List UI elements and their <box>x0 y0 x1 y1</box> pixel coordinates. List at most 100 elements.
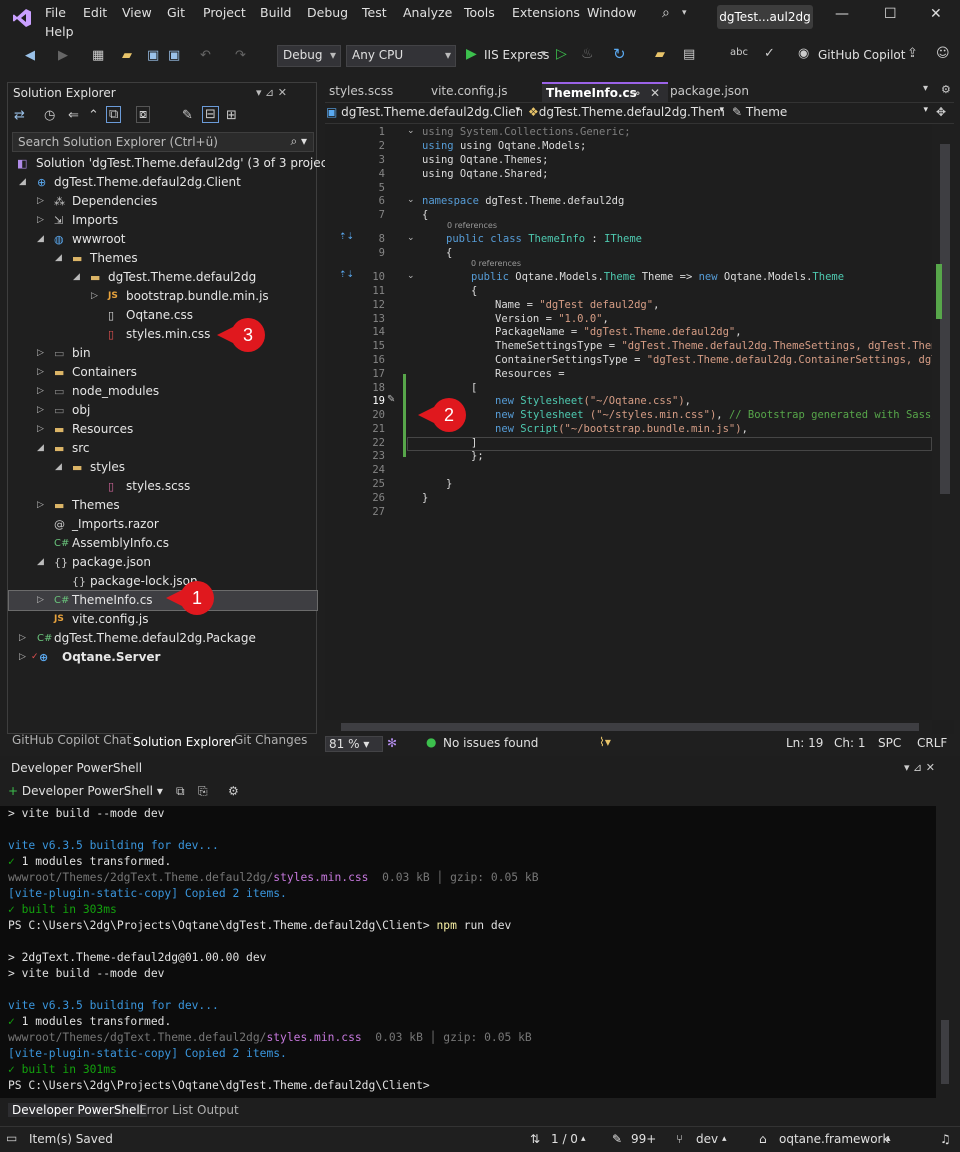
gear-icon[interactable]: ⚙ <box>941 83 951 96</box>
panel-options-icon[interactable]: ▾ ⊿ ✕ <box>904 761 935 774</box>
references-codelens[interactable]: 0 references <box>471 259 521 268</box>
tree-item-package-lock[interactable]: {} package-lock.json <box>9 572 317 591</box>
solution-search-input[interactable]: Search Solution Explorer (Ctrl+ü) ⌕ ▾ <box>12 132 314 152</box>
commits-indicator[interactable]: 1 / 0 <box>551 1132 578 1146</box>
tree-item-oqtane-server[interactable]: ▷ ✓ ⊕ Oqtane.Server <box>9 648 317 667</box>
preview-icon[interactable]: ⊟ <box>202 106 219 123</box>
member-dropdown[interactable]: ✎ Theme ▾ <box>732 105 930 123</box>
expanded-arrow-icon[interactable]: ◢ <box>55 458 62 477</box>
menu-build[interactable]: Build <box>260 5 291 20</box>
filter-icon[interactable]: ⧇ <box>136 106 151 123</box>
cleanup-brush-icon[interactable]: ⌇▾ <box>599 735 611 749</box>
pencil-icon[interactable]: ✎ <box>612 1132 622 1146</box>
panel-options-icon[interactable]: ▾ ⊿ ✕ <box>256 86 287 99</box>
menu-debug[interactable]: Debug <box>307 5 348 20</box>
tab-list-icon[interactable]: ▾ <box>923 83 928 94</box>
chevron-down-icon[interactable]: ▾ <box>541 49 546 59</box>
play-icon[interactable]: ▶ <box>466 46 477 62</box>
tree-item-containers[interactable]: ▷ ▬ Containers <box>9 363 317 382</box>
vs-sync-icon[interactable]: ⇄ <box>14 108 25 123</box>
expanded-arrow-icon[interactable]: ◢ <box>37 230 44 249</box>
horizontal-scrollbar[interactable] <box>325 720 932 734</box>
tab-vite-config[interactable]: vite.config.js <box>427 82 511 102</box>
chevron-up-icon[interactable]: ▴ <box>886 1134 891 1144</box>
layout-icon[interactable]: ▤ <box>683 47 695 62</box>
project-dropdown[interactable]: ▣ dgTest.Theme.defaul2dg.Client ▾ <box>326 105 522 123</box>
tree-item-themes-root[interactable]: ▷ ▬ Themes <box>9 496 317 515</box>
menu-test[interactable]: Test <box>362 5 387 20</box>
repository-icon[interactable]: ⌂ <box>759 1132 767 1146</box>
plus-icon[interactable]: + <box>8 784 18 798</box>
line-ending-indicator[interactable]: CRLF <box>917 736 947 750</box>
history-icon[interactable]: ◷ <box>44 108 55 123</box>
expanded-arrow-icon[interactable]: ◢ <box>19 173 26 192</box>
chevron-down-icon[interactable]: ▾ <box>682 8 687 18</box>
share-icon[interactable]: ⇪ <box>907 46 918 61</box>
issues-status[interactable]: No issues found <box>443 736 538 750</box>
tab-error-list[interactable]: Error List <box>139 1103 193 1117</box>
fold-icon[interactable]: ⌄ <box>407 195 415 205</box>
scroll-thumb[interactable] <box>940 144 950 494</box>
tree-item-imports[interactable]: ▷ ⇲ Imports <box>9 211 317 230</box>
tree-item-imports-razor[interactable]: @ _Imports.razor <box>9 515 317 534</box>
collapsed-arrow-icon[interactable]: ▷ <box>91 287 98 306</box>
menu-project[interactable]: Project <box>203 5 246 20</box>
tree-item-oqtane-css[interactable]: ▯ Oqtane.css <box>9 306 317 325</box>
forward-icon[interactable]: ▶ <box>58 48 68 63</box>
collapse-all-icon[interactable]: ⌃ <box>88 108 99 123</box>
start-without-debug-icon[interactable]: ▷ <box>556 46 567 62</box>
close-icon[interactable]: ✕ <box>650 84 660 103</box>
hot-reload-icon[interactable]: ♨ <box>581 46 594 62</box>
checkmark-icon[interactable]: ✓ <box>764 46 775 61</box>
tree-item-dependencies[interactable]: ▷ ⁂ Dependencies <box>9 192 317 211</box>
collapsed-arrow-icon[interactable]: ▷ <box>37 344 44 363</box>
references-codelens[interactable]: 0 references <box>447 221 497 230</box>
new-project-icon[interactable]: ▦ <box>92 48 104 63</box>
whitespace-indicator[interactable]: SPC <box>878 736 901 750</box>
tab-themeinfo[interactable]: ThemeInfo.cs ⊸ ✕ <box>542 82 668 102</box>
tree-item-vite-config[interactable]: JS vite.config.js <box>9 610 317 629</box>
tree-item-bootstrap-js[interactable]: ▷ JS bootstrap.bundle.min.js <box>9 287 317 306</box>
tree-item-src[interactable]: ◢ ▬ src <box>9 439 317 458</box>
copy-icon[interactable]: ⧉ <box>176 784 185 799</box>
notifications-icon[interactable]: ♫ <box>940 1132 951 1146</box>
tree-item-bin[interactable]: ▷ ▭ bin <box>9 344 317 363</box>
branch-name[interactable]: dev <box>696 1132 718 1146</box>
back-icon[interactable]: ⇐ <box>68 108 79 123</box>
menu-edit[interactable]: Edit <box>83 5 107 20</box>
menu-file[interactable]: File <box>45 5 66 20</box>
folder-view-icon[interactable]: ▰ <box>655 47 665 62</box>
collapsed-arrow-icon[interactable]: ▷ <box>37 591 44 610</box>
chevron-up-icon[interactable]: ▴ <box>581 1134 586 1144</box>
menu-git[interactable]: Git <box>167 5 185 20</box>
class-diagram-icon[interactable]: ⊞ <box>226 108 237 123</box>
tree-item-assemblyinfo[interactable]: C# AssemblyInfo.cs <box>9 534 317 553</box>
pending-changes[interactable]: 99+ <box>631 1132 656 1146</box>
tree-item-themeinfo[interactable]: ▷ C# ThemeInfo.cs <box>8 590 318 611</box>
fold-icon[interactable]: ⌄ <box>407 271 415 281</box>
expanded-arrow-icon[interactable]: ◢ <box>55 249 62 268</box>
branch-icon[interactable]: ⑂ <box>676 1132 683 1146</box>
collapsed-arrow-icon[interactable]: ▷ <box>19 648 26 667</box>
platform-select[interactable]: Any CPU <box>346 45 456 67</box>
configuration-select[interactable]: Debug <box>277 45 341 67</box>
collapsed-arrow-icon[interactable]: ▷ <box>37 496 44 515</box>
expanded-arrow-icon[interactable]: ◢ <box>73 268 80 287</box>
fold-icon[interactable]: ⌄ <box>407 126 415 136</box>
search-icon[interactable]: ⌕ <box>662 5 670 21</box>
line-indicator[interactable]: Ln: 19 <box>786 736 823 750</box>
collapsed-arrow-icon[interactable]: ▷ <box>37 363 44 382</box>
implementation-glyph-icon[interactable]: ⇡⇣ <box>339 270 354 280</box>
maximize-icon[interactable]: ☐ <box>884 6 897 22</box>
menu-help[interactable]: Help <box>45 24 74 39</box>
menu-tools[interactable]: Tools <box>464 5 495 20</box>
tab-solution-explorer[interactable]: Solution Explorer <box>133 733 236 749</box>
tab-package-json[interactable]: package.json <box>666 82 753 102</box>
menu-window[interactable]: Window <box>587 5 636 20</box>
expanded-arrow-icon[interactable]: ◢ <box>37 439 44 458</box>
minimize-icon[interactable]: — <box>835 6 849 22</box>
wrench-icon[interactable]: ✎ <box>182 108 193 123</box>
feedback-icon[interactable]: ☺ <box>936 46 950 61</box>
scroll-thumb[interactable] <box>941 1020 949 1084</box>
fold-icon[interactable]: ⌄ <box>407 233 415 243</box>
